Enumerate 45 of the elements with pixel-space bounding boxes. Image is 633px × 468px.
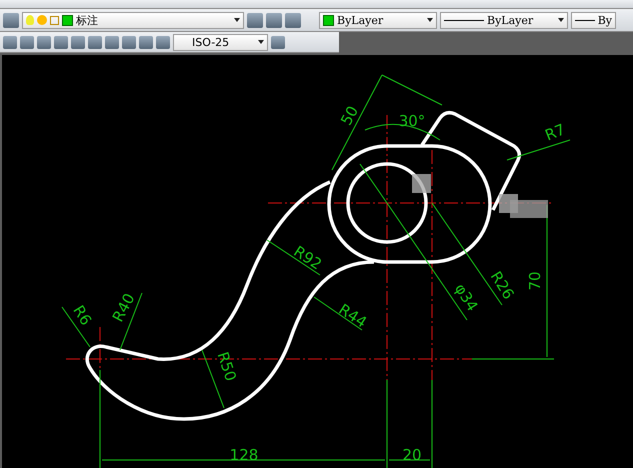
dimension-text: R40 [108, 290, 138, 325]
caret-icon [558, 18, 564, 22]
dimension-text: R50 [214, 350, 240, 384]
dimension-tool-icon[interactable] [3, 36, 17, 48]
dimension-tool-icon[interactable] [88, 36, 102, 48]
dimension-tool-icon[interactable] [271, 36, 285, 48]
dimension-text: R7 [542, 120, 568, 144]
dimension-text: 70 [526, 271, 544, 291]
dimension-text: 30° [398, 112, 426, 130]
linetype-name: ByLayer [487, 14, 534, 26]
dimension-tool-icon[interactable] [54, 36, 68, 48]
dimension-tool-icon[interactable] [105, 36, 119, 48]
dimension-tool-icon[interactable] [156, 36, 170, 48]
lineweight-dropdown[interactable]: By [571, 12, 616, 28]
layer-tool-icon[interactable] [247, 12, 263, 28]
dimension-tool-icon[interactable] [139, 36, 153, 48]
dimension-text: R6 [69, 302, 96, 329]
dimension-style-name: ISO-25 [192, 36, 230, 48]
dimension-tool-icon[interactable] [122, 36, 136, 48]
caret-icon [234, 18, 240, 22]
layer-manager-icon[interactable] [3, 12, 19, 28]
caret-icon [427, 18, 433, 22]
grip-marker [412, 174, 431, 193]
linetype-dropdown[interactable]: ByLayer [440, 12, 568, 28]
dimension-tool-icon[interactable] [37, 36, 51, 48]
color-swatch-icon [323, 14, 334, 26]
lineweight-name: By [598, 14, 612, 26]
layer-tool-icon[interactable] [285, 12, 301, 28]
dimension-text: 50 [337, 103, 362, 128]
color-name: ByLayer [337, 14, 384, 26]
color-dropdown[interactable]: ByLayer [319, 12, 437, 28]
layer-name: 标注 [76, 12, 98, 28]
lock-icon [50, 16, 59, 24]
caret-icon [258, 40, 264, 44]
lightbulb-icon [26, 15, 34, 25]
dimension-tool-icon[interactable] [71, 36, 85, 48]
dimension-text: R44 [335, 300, 370, 332]
layer-tool-icon[interactable] [266, 12, 282, 28]
dimension-text: R92 [290, 242, 325, 274]
sun-icon [37, 15, 47, 25]
dimension-tool-icon[interactable] [20, 36, 34, 48]
color-swatch-icon [62, 14, 73, 26]
dimension-style-dropdown[interactable]: ISO-25 [173, 34, 268, 50]
layer-dropdown[interactable]: 标注 [22, 12, 244, 28]
dimension-text: φ34 [450, 280, 482, 314]
